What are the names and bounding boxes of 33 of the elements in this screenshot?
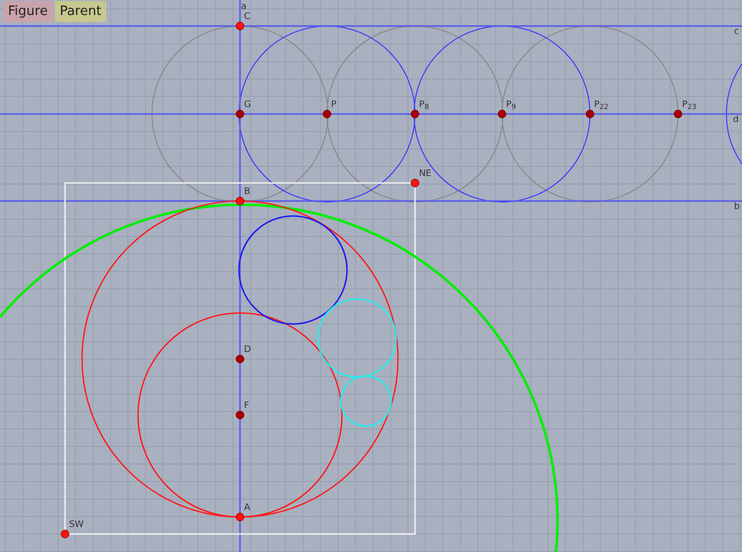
point-label: P$_{8}$ (419, 101, 429, 111)
point-label: G (244, 101, 251, 110)
point-label: A (244, 504, 250, 513)
line-label: d (733, 116, 739, 125)
point-marker[interactable] (60, 530, 70, 538)
line-label: b (734, 203, 740, 212)
point-label: D (244, 346, 251, 355)
line-label: c (734, 28, 739, 37)
tab[interactable]: Figure (3, 1, 53, 22)
point-label: P (331, 101, 336, 110)
point-label: B (244, 188, 250, 197)
point-marker[interactable] (410, 110, 420, 118)
point-marker[interactable] (674, 110, 682, 118)
line-label: a (241, 3, 247, 12)
point-marker[interactable] (236, 410, 244, 420)
point-label: SW (69, 521, 84, 530)
point-label: C (244, 13, 250, 22)
point-label: P$_{23}$ (682, 101, 696, 111)
point-marker[interactable] (236, 512, 244, 522)
point-marker[interactable] (586, 110, 594, 118)
geometry-canvas[interactable]: a c d b C G P P$_{8}$ P$_{9}$ P$_{22}$ P$_{23}$ NE B D F A SW Figure Parent (0, 0, 742, 552)
point-marker[interactable] (236, 22, 244, 30)
point-label: P$_{9}$ (506, 101, 516, 111)
point-label: P$_{22}$ (594, 101, 608, 111)
point-label: F (244, 402, 250, 411)
point-marker[interactable] (236, 354, 244, 364)
point-label: NE (419, 170, 432, 179)
point-marker[interactable] (322, 110, 332, 118)
point-marker[interactable] (236, 110, 244, 118)
tab[interactable]: Parent (54, 1, 106, 22)
point-marker[interactable] (236, 196, 244, 206)
point-marker[interactable] (498, 110, 506, 118)
point-marker[interactable] (410, 178, 420, 188)
